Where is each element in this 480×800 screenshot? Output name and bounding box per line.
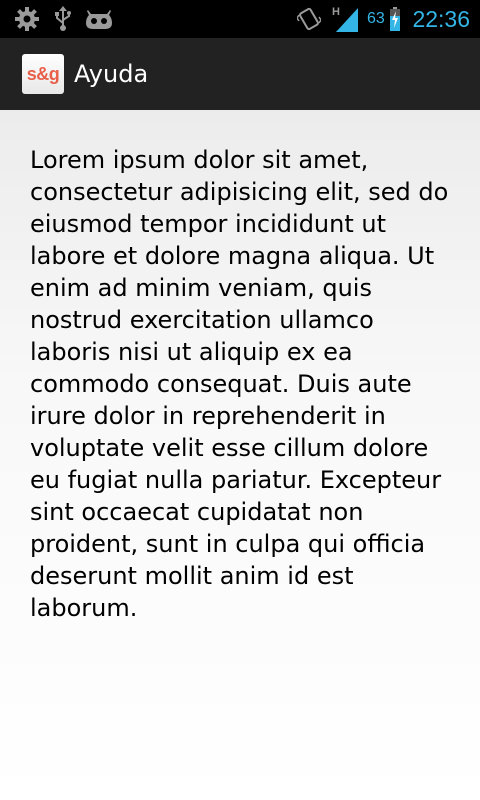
- battery-percent: 63: [367, 10, 385, 27]
- signal-icon: H: [330, 0, 360, 38]
- vibrate-icon: [296, 0, 322, 38]
- help-body-text: Lorem ipsum dolor sit amet, consectetur …: [30, 146, 449, 622]
- clock: 22:36: [412, 5, 470, 32]
- settings-icon: [12, 0, 42, 38]
- app-logo[interactable]: s&g: [22, 54, 64, 94]
- help-content: Lorem ipsum dolor sit amet, consectetur …: [0, 110, 480, 800]
- battery-charging-icon: [388, 0, 402, 38]
- action-bar: s&g Ayuda: [0, 38, 480, 110]
- android-debug-icon: [84, 0, 114, 38]
- status-bar: H 63 22:36: [0, 0, 480, 38]
- network-type-label: H: [332, 6, 340, 18]
- page-title: Ayuda: [74, 60, 149, 88]
- usb-icon: [52, 0, 74, 38]
